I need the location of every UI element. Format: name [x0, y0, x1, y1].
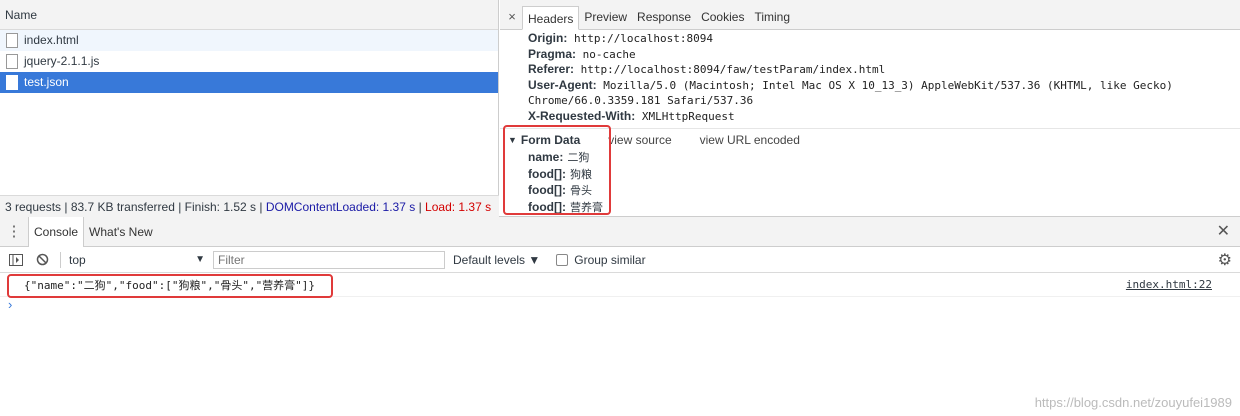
header-row: Pragma: no-cache [500, 47, 1240, 63]
tab-headers[interactable]: Headers [522, 6, 580, 30]
view-url-encoded-link[interactable]: view URL encoded [700, 132, 800, 149]
default-levels-dropdown[interactable]: Default levels ▼ [453, 253, 540, 267]
toolbar-divider [60, 251, 61, 268]
form-data-section: ▼ Form Data view source view URL encoded… [500, 128, 1240, 215]
log-message: {"name":"二狗","food":["狗粮","骨头","营养膏"]} [24, 278, 316, 292]
form-value: 二狗 [567, 152, 590, 164]
name-column-header[interactable]: Name [0, 0, 498, 30]
header-row: X-Requested-With: XMLHttpRequest [500, 109, 1240, 125]
network-status-bar: 3 requests | 83.7 KB transferred | Finis… [0, 195, 499, 217]
header-row: Referer: http://localhost:8094/faw/testP… [500, 62, 1240, 78]
form-key: food[]: [528, 199, 566, 214]
context-selector[interactable]: top ▼ [69, 251, 209, 269]
tab-response[interactable]: Response [632, 5, 696, 29]
request-name: jquery-2.1.1.js [24, 54, 100, 68]
request-row-selected[interactable]: test.json [0, 72, 498, 93]
more-vertical-icon[interactable]: ⋮ [0, 217, 28, 247]
console-toolbar: top ▼ Default levels ▼ Group similar ⚙ [0, 247, 1240, 273]
triangle-down-icon[interactable]: ▼ [508, 132, 517, 149]
console-tabbar: ⋮ Console What's New ✕ [0, 216, 1240, 247]
log-source-link[interactable]: index.html:22 [1126, 278, 1212, 291]
close-drawer-icon[interactable]: ✕ [1217, 217, 1230, 247]
load-time: Load: 1.37 s [425, 200, 492, 214]
filter-input[interactable] [213, 250, 445, 269]
request-name: index.html [24, 33, 79, 47]
header-value: http://localhost:8094/faw/testParam/inde… [580, 63, 886, 76]
request-name: test.json [24, 75, 69, 89]
status-divider: | [415, 200, 426, 214]
file-icon [6, 75, 18, 90]
form-data-row: food[]: 骨头 [500, 182, 1240, 199]
gear-icon[interactable]: ⚙ [1218, 250, 1232, 270]
header-row: Origin: http://localhost:8094 [500, 31, 1240, 47]
file-icon [6, 54, 18, 69]
network-panel: Name index.html jquery-2.1.1.js test.jso… [0, 0, 1240, 217]
form-value: 狗粮 [569, 168, 592, 181]
header-value: Mozilla/5.0 (Macintosh; Intel Mac OS X 1… [528, 78, 1173, 108]
tab-cookies[interactable]: Cookies [696, 5, 749, 29]
form-key: name: [528, 150, 564, 164]
header-key: X-Requested-With: [528, 108, 636, 123]
header-key: Pragma: [528, 46, 577, 61]
console-panel: ⋮ Console What's New ✕ top ▼ Default leve… [0, 216, 1240, 416]
tab-preview[interactable]: Preview [579, 5, 632, 29]
dom-content-loaded: DOMContentLoaded: 1.37 s [265, 200, 416, 214]
group-similar-label: Group similar [574, 252, 646, 267]
file-icon [6, 33, 18, 48]
header-value: XMLHttpRequest [641, 109, 735, 123]
form-value: 骨头 [569, 185, 592, 197]
header-key: User-Agent: [528, 77, 597, 92]
dropdown-arrow-icon: ▼ [195, 254, 205, 265]
console-prompt[interactable]: › [0, 297, 1240, 313]
form-data-row: food[]: 狗粮 [500, 166, 1240, 183]
form-data-title-row[interactable]: ▼ Form Data view source view URL encoded [500, 132, 1240, 149]
header-key: Referer: [528, 62, 575, 76]
request-row[interactable]: index.html [0, 30, 498, 51]
console-log-row: {"name":"二狗","food":["狗粮","骨头","营养膏"]} i… [0, 273, 1240, 297]
header-row: User-Agent: Mozilla/5.0 (Macintosh; Inte… [500, 78, 1240, 109]
form-data-title: Form Data [520, 133, 581, 147]
form-key: food[]: [528, 166, 566, 181]
tab-console[interactable]: Console [28, 216, 85, 247]
request-list: Name index.html jquery-2.1.1.js test.jso… [0, 0, 499, 217]
group-similar-checkbox[interactable] [556, 253, 569, 266]
form-data-row: food[]: 营养膏 [500, 199, 1240, 216]
header-value: http://localhost:8094 [573, 32, 714, 45]
form-key: food[]: [528, 183, 566, 197]
watermark: https://blog.csdn.net/zouyufei1989 [1034, 395, 1232, 410]
request-details: × Headers Preview Response Cookies Timin… [500, 0, 1240, 217]
sidebar-toggle-icon[interactable] [8, 252, 24, 268]
close-details-icon[interactable]: × [504, 5, 520, 29]
clear-console-icon[interactable] [34, 252, 50, 268]
header-value: no-cache [582, 47, 636, 61]
header-key: Origin: [528, 31, 568, 45]
tab-whats-new[interactable]: What's New [84, 217, 158, 247]
status-summary: 3 requests | 83.7 KB transferred | Finis… [5, 200, 266, 214]
form-value: 营养膏 [569, 201, 603, 214]
details-tabbar: × Headers Preview Response Cookies Timin… [500, 0, 1240, 30]
view-source-link[interactable]: view source [608, 132, 671, 149]
tab-timing[interactable]: Timing [749, 5, 795, 29]
context-value: top [69, 252, 86, 267]
form-data-row: name: 二狗 [500, 149, 1240, 166]
request-row[interactable]: jquery-2.1.1.js [0, 51, 498, 72]
